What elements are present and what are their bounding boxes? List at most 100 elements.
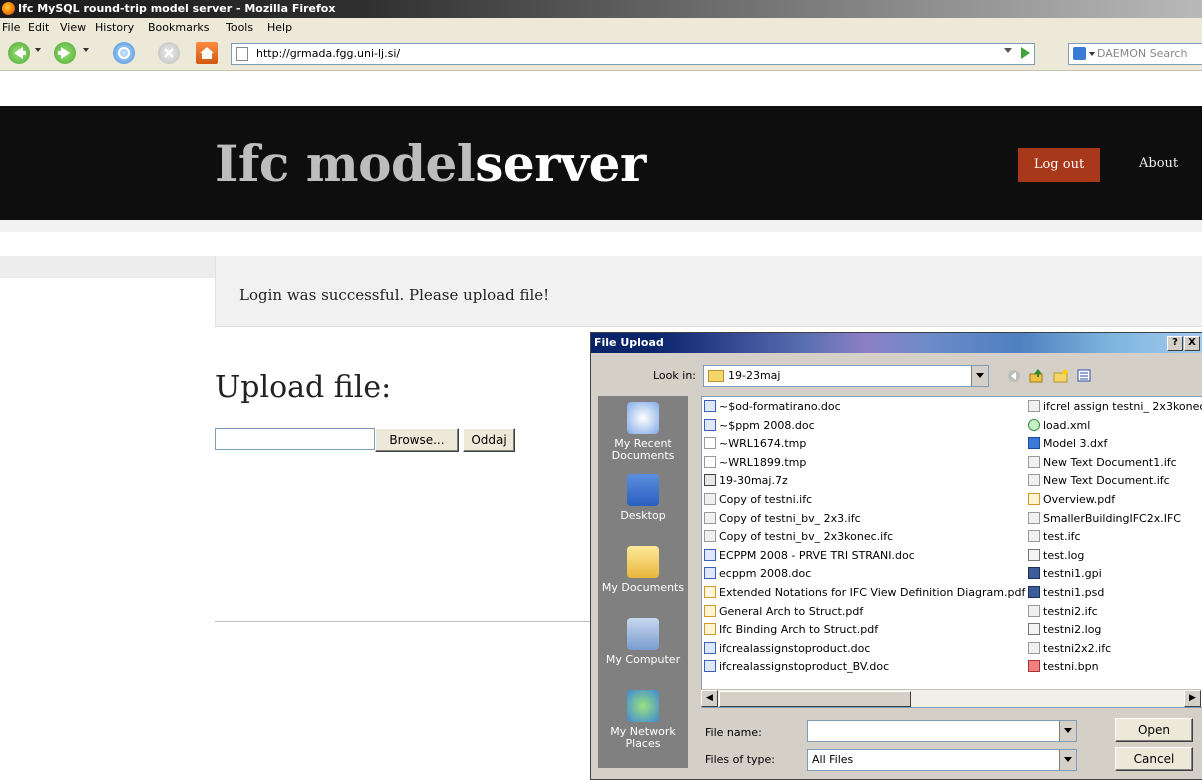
file-item[interactable]: Ifc Binding Arch to Struct.pdf: [704, 622, 878, 638]
url-history-dropdown-icon[interactable]: [1004, 48, 1012, 53]
horizontal-scrollbar[interactable]: ◀ ▶: [701, 689, 1201, 707]
forward-dropdown-icon[interactable]: [83, 48, 89, 52]
file-name-input[interactable]: [807, 720, 1077, 742]
file-item[interactable]: ~$ppm 2008.doc: [704, 418, 815, 434]
file-list[interactable]: ~$od-formatirano.doc ~$ppm 2008.doc ~WRL16…: [701, 396, 1202, 708]
file-name: ~WRL1674.tmp: [719, 437, 807, 451]
forward-arrow-icon[interactable]: [54, 42, 76, 64]
menu-bar: File Edit View History Bookmarks Tools H…: [0, 18, 1202, 39]
file-item[interactable]: Copy of testni_bv_ 2x3konec.ifc: [704, 529, 893, 545]
file-name: SmallerBuildingIFC2x.IFC: [1043, 511, 1181, 525]
file-item[interactable]: testni1.gpi: [1028, 566, 1102, 582]
file-item[interactable]: ~WRL1899.tmp: [704, 455, 806, 471]
search-placeholder[interactable]: DAEMON Search: [1097, 47, 1187, 60]
menu-edit[interactable]: Edit: [28, 21, 49, 34]
ifc-file-icon: [1028, 511, 1040, 524]
stop-icon[interactable]: [158, 42, 180, 64]
file-item[interactable]: General Arch to Struct.pdf: [704, 604, 863, 620]
reload-icon[interactable]: [113, 42, 135, 64]
dropdown-arrow-icon[interactable]: [1059, 721, 1076, 741]
about-link[interactable]: About: [1139, 156, 1178, 171]
place-my-documents[interactable]: My Documents: [598, 546, 688, 594]
file-type-dropdown[interactable]: All Files: [807, 749, 1077, 771]
file-item[interactable]: testni2x2.ifc: [1028, 641, 1111, 657]
file-item[interactable]: 19-30maj.7z: [704, 473, 788, 489]
view-menu-icon[interactable]: [1077, 369, 1093, 383]
menu-bookmarks[interactable]: Bookmarks: [148, 21, 209, 34]
back-dropdown-icon[interactable]: [35, 48, 41, 52]
search-engine-dropdown-icon[interactable]: [1089, 52, 1095, 56]
file-name: 19-30maj.7z: [719, 474, 788, 488]
search-box[interactable]: DAEMON Search: [1068, 43, 1202, 65]
file-item[interactable]: ~WRL1674.tmp: [704, 436, 806, 452]
file-item[interactable]: ifcrealassignstoproduct.doc: [704, 641, 870, 657]
file-item[interactable]: SmallerBuildingIFC2x.IFC: [1028, 511, 1181, 527]
menu-history[interactable]: History: [95, 21, 134, 34]
file-item[interactable]: Overview.pdf: [1028, 492, 1115, 508]
url-text[interactable]: http://grmada.fgg.uni-lj.si/: [256, 47, 400, 60]
place-desktop[interactable]: Desktop: [598, 474, 688, 522]
file-item[interactable]: testni1.psd: [1028, 585, 1104, 601]
scroll-left-icon[interactable]: ◀: [701, 690, 718, 707]
menu-help[interactable]: Help: [267, 21, 292, 34]
word-file-icon: [704, 567, 716, 580]
address-bar[interactable]: http://grmada.fgg.uni-lj.si/: [231, 43, 1035, 65]
menu-view[interactable]: View: [60, 21, 86, 34]
file-name: load.xml: [1043, 418, 1091, 432]
up-folder-icon[interactable]: [1029, 369, 1045, 383]
file-item[interactable]: testni2.log: [1028, 622, 1101, 638]
file-item[interactable]: Copy of testni_bv_ 2x3.ifc: [704, 511, 861, 527]
menu-tools[interactable]: Tools: [226, 21, 253, 34]
file-item[interactable]: ifcrealassignstoproduct_BV.doc: [704, 659, 889, 675]
file-name: Copy of testni.ifc: [719, 493, 813, 506]
file-item[interactable]: ifcrel assign testni_ 2x3konec: [1028, 399, 1202, 415]
scroll-thumb[interactable]: [719, 691, 911, 707]
file-name: New Text Document.ifc: [1043, 474, 1170, 488]
file-item[interactable]: ~$od-formatirano.doc: [704, 399, 841, 415]
file-item[interactable]: Copy of testni.ifc: [704, 492, 812, 508]
file-name: ifcrealassignstoproduct_BV.doc: [719, 660, 890, 674]
file-item[interactable]: Model 3.dxf: [1028, 436, 1107, 452]
file-item[interactable]: ECPPM 2008 - PRVE TRI STRANI.doc: [704, 548, 915, 564]
back-icon[interactable]: [1007, 369, 1023, 383]
file-item[interactable]: test.log: [1028, 548, 1084, 564]
search-engine-icon[interactable]: [1073, 47, 1086, 60]
close-button[interactable]: X: [1184, 336, 1200, 351]
ifc-file-icon: [704, 493, 716, 505]
help-button[interactable]: ?: [1167, 336, 1183, 351]
network-places-icon: [627, 690, 659, 722]
file-item[interactable]: testni2.ifc: [1028, 604, 1098, 620]
file-name: test.log: [1043, 548, 1085, 562]
file-name: testni2x2.ifc: [1043, 641, 1112, 655]
logout-button[interactable]: Log out: [1018, 148, 1100, 182]
file-item[interactable]: test.ifc: [1028, 529, 1081, 545]
file-item[interactable]: New Text Document1.ifc: [1028, 455, 1177, 471]
site-title: Ifc modelserver: [215, 134, 646, 193]
file-path-input[interactable]: [215, 428, 375, 450]
word-file-icon: [704, 400, 716, 412]
back-arrow-icon[interactable]: [8, 42, 30, 64]
dropdown-arrow-icon[interactable]: [971, 366, 988, 386]
browse-button[interactable]: Browse...: [375, 428, 459, 452]
place-recent-documents[interactable]: My Recent Documents: [598, 402, 688, 462]
dropdown-arrow-icon[interactable]: [1059, 750, 1076, 770]
file-item[interactable]: Extended Notations for IFC View Definiti…: [704, 585, 1025, 601]
scroll-right-icon[interactable]: ▶: [1184, 690, 1201, 707]
cancel-button[interactable]: Cancel: [1115, 747, 1193, 771]
place-my-computer[interactable]: My Computer: [598, 618, 688, 666]
site-title-bold: server: [475, 134, 646, 193]
place-network[interactable]: My Network Places: [598, 690, 688, 750]
look-in-value: 19-23maj: [728, 369, 781, 382]
new-folder-icon[interactable]: [1053, 369, 1069, 383]
file-item[interactable]: testni.bpn: [1028, 659, 1099, 675]
open-button[interactable]: Open: [1115, 718, 1193, 742]
file-item[interactable]: New Text Document.ifc: [1028, 473, 1170, 489]
file-item[interactable]: load.xml: [1028, 418, 1090, 434]
file-item[interactable]: ecppm 2008.doc: [704, 566, 811, 582]
menu-file[interactable]: File: [2, 21, 20, 34]
home-icon[interactable]: [196, 42, 218, 64]
submit-button[interactable]: Oddaj: [463, 428, 515, 452]
look-in-dropdown[interactable]: 19-23maj: [703, 365, 989, 387]
go-arrow-icon[interactable]: [1021, 47, 1030, 59]
place-label: My Documents: [601, 581, 685, 594]
